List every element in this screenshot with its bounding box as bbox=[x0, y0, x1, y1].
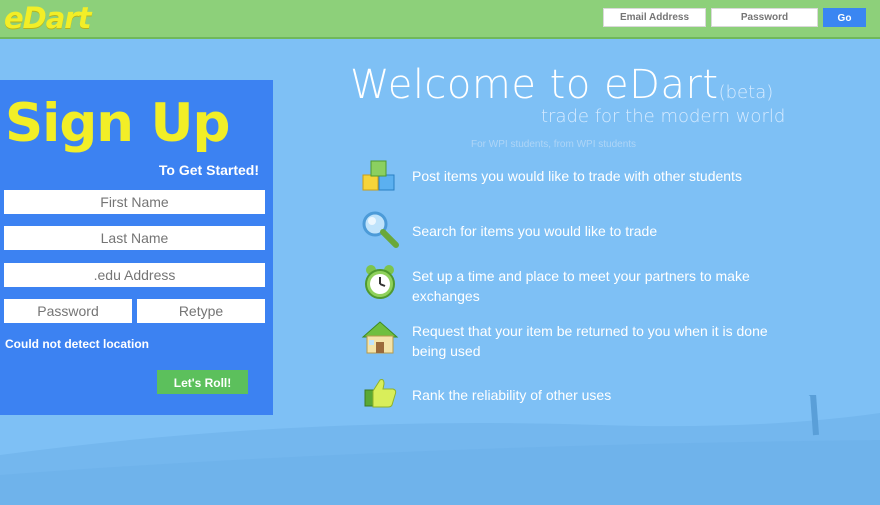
hill-illustration bbox=[0, 395, 880, 505]
first-name-field[interactable] bbox=[4, 190, 265, 214]
welcome-title-text: Welcome to eDart bbox=[350, 62, 719, 108]
logo[interactable]: eDart bbox=[4, 1, 91, 35]
feature-text: Set up a time and place to meet your par… bbox=[412, 268, 750, 304]
location-status: Could not detect location bbox=[5, 337, 149, 351]
tagline: trade for the modern world bbox=[541, 106, 786, 127]
signup-subtitle: To Get Started! bbox=[158, 162, 259, 178]
retype-password-field[interactable] bbox=[137, 299, 265, 323]
feature-text: Request that your item be returned to yo… bbox=[412, 323, 768, 359]
magnifier-icon bbox=[362, 211, 399, 248]
password-input[interactable] bbox=[711, 8, 818, 27]
signup-title: Sign Up bbox=[5, 93, 230, 154]
audience-line: For WPI students, from WPI students bbox=[471, 139, 637, 150]
last-name-field[interactable] bbox=[4, 226, 265, 250]
email-input[interactable] bbox=[603, 8, 706, 27]
edu-email-field[interactable] bbox=[4, 263, 265, 287]
cubes-icon bbox=[362, 160, 395, 191]
signup-password-field[interactable] bbox=[4, 299, 132, 323]
alarm-clock-icon bbox=[365, 265, 395, 299]
lets-roll-button[interactable]: Let's Roll! bbox=[157, 370, 248, 394]
feature-text: Post items you would like to trade with … bbox=[412, 168, 742, 184]
feature-text: Search for items you would like to trade bbox=[412, 223, 658, 239]
house-icon bbox=[361, 321, 399, 354]
welcome-title: Welcome to eDart(beta) bbox=[350, 62, 773, 108]
beta-label: (beta) bbox=[718, 82, 774, 103]
top-bar: eDart Go bbox=[0, 0, 880, 39]
go-button[interactable]: Go bbox=[823, 8, 866, 27]
signup-panel: Sign Up To Get Started! Could not detect… bbox=[0, 80, 273, 415]
